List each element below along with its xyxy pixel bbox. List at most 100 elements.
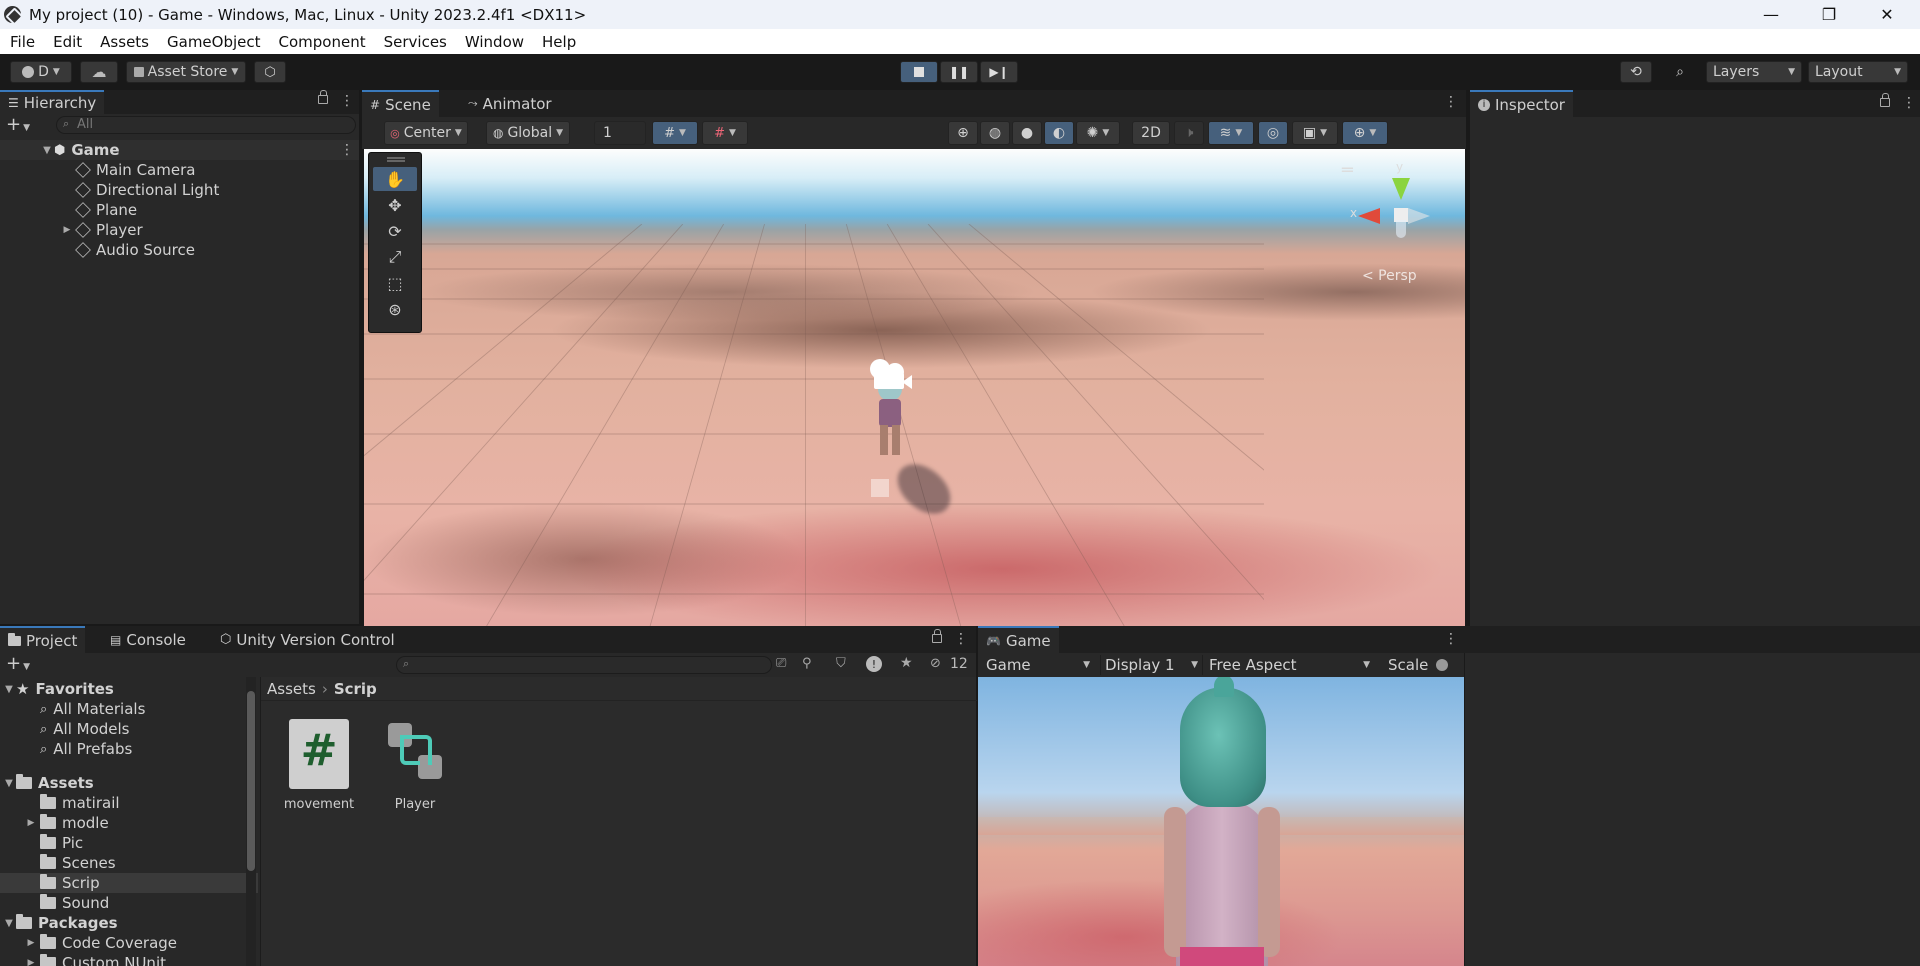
more-options-icon[interactable]: ⋮	[954, 631, 968, 647]
more-options-icon[interactable]: ⋮	[340, 142, 354, 158]
mode-2d-toggle[interactable]: 2D	[1132, 121, 1170, 145]
axis-y-cone[interactable]	[1392, 178, 1410, 200]
drag-handle-icon[interactable]	[387, 157, 405, 159]
orientation-gizmo[interactable]: ═ y x < Persp	[1340, 160, 1450, 284]
expand-arrow-icon[interactable]: ▼	[40, 145, 54, 156]
more-options-icon[interactable]: ⋮	[1444, 631, 1458, 647]
menu-component[interactable]: Component	[270, 33, 375, 51]
restore-button[interactable]: ❐	[1800, 0, 1858, 29]
asset-file[interactable]: Player	[375, 719, 455, 812]
hierarchy-item[interactable]: Main Camera	[0, 160, 359, 180]
effects-dropdown[interactable]: ≋ ▼	[1208, 121, 1254, 145]
game-viewport[interactable]	[978, 677, 1464, 966]
packages-header[interactable]: ▼ Packages	[0, 913, 258, 933]
project-search-input[interactable]: ⌕	[396, 656, 772, 674]
layers-dropdown[interactable]: Layers ▼	[1706, 61, 1802, 83]
favorites-item[interactable]: ⌕ All Materials	[0, 699, 258, 719]
grid-visibility-toggle[interactable]: # ▼	[652, 121, 698, 145]
folder-item[interactable]: ▶ Code Coverage	[0, 933, 258, 953]
search-by-label-icon[interactable]: ⚲	[802, 656, 812, 671]
hierarchy-item[interactable]: Plane	[0, 200, 359, 220]
axis-x-cone[interactable]	[1358, 208, 1380, 224]
snap-increment-toggle[interactable]: # ▼	[702, 121, 748, 145]
camera-settings-dropdown[interactable]: ▣ ▼	[1292, 121, 1338, 145]
scale-tool-button[interactable]: ⤢	[373, 245, 417, 269]
menu-edit[interactable]: Edit	[44, 33, 91, 51]
pivot-center-dropdown[interactable]: ◎ Center ▼	[384, 121, 468, 145]
tab-console[interactable]: ▤ Console	[102, 626, 194, 653]
breadcrumb-scrip[interactable]: Scrip	[334, 680, 377, 698]
scene-visibility-toggle[interactable]: ◎	[1258, 121, 1288, 145]
pause-button[interactable]: ❚❚	[940, 61, 978, 83]
scale-slider[interactable]: Scale	[1384, 655, 1464, 675]
unlit-mode-button[interactable]: ◐	[1044, 121, 1074, 145]
folder-item[interactable]: matirail	[0, 793, 258, 813]
close-button[interactable]: ✕	[1858, 0, 1916, 29]
hierarchy-search-input[interactable]: ⌕ All	[56, 116, 356, 134]
favorite-star-icon[interactable]: ★	[900, 655, 913, 671]
lock-icon[interactable]	[318, 90, 328, 104]
transform-tool-button[interactable]: ⊛	[373, 297, 417, 321]
play-stop-button[interactable]	[900, 61, 938, 83]
hand-tool-button[interactable]: ✋	[373, 167, 417, 191]
gizmos-dropdown[interactable]: ⊕ ▼	[1342, 121, 1388, 145]
favorites-item[interactable]: ⌕ All Models	[0, 719, 258, 739]
rotate-tool-button[interactable]: ⟳	[373, 219, 417, 243]
favorites-item[interactable]: ⌕ All Prefabs	[0, 739, 258, 759]
expand-arrow-icon[interactable]: ▶	[22, 958, 40, 966]
shaded-mode-button[interactable]: ●	[1012, 121, 1042, 145]
debug-draw-dropdown[interactable]: ✺ ▼	[1076, 121, 1120, 145]
undo-history-button[interactable]: ⟲	[1620, 61, 1652, 83]
breadcrumb-assets[interactable]: Assets	[267, 680, 316, 698]
tag-icon[interactable]: ⛉	[836, 656, 846, 671]
tab-animator[interactable]: ⤳ Animator	[460, 90, 560, 117]
lock-icon[interactable]	[932, 629, 942, 643]
hierarchy-item[interactable]: Audio Source	[0, 240, 359, 260]
create-add-button[interactable]: + ▼	[6, 114, 30, 135]
folder-item[interactable]: Sound	[0, 893, 258, 913]
expand-arrow-icon[interactable]: ▶	[22, 818, 40, 828]
asset-store-dropdown[interactable]: Asset Store ▼	[126, 61, 246, 83]
slider-knob-icon[interactable]	[1436, 659, 1449, 671]
scene-viewport[interactable]	[364, 149, 1465, 626]
expand-arrow-icon[interactable]: ▶	[58, 225, 76, 235]
lock-icon[interactable]	[1880, 93, 1890, 107]
camera-gizmo-icon[interactable]	[864, 359, 920, 395]
tab-scene[interactable]: # Scene	[362, 90, 439, 117]
axis-neg-x-cone[interactable]	[1408, 208, 1430, 224]
gizmo-menu-icon[interactable]: ═	[1342, 160, 1353, 181]
aspect-ratio-dropdown[interactable]: Free Aspect ▼	[1202, 655, 1376, 675]
account-dropdown[interactable]: D ▼	[10, 61, 72, 83]
folder-item[interactable]: Pic	[0, 833, 258, 853]
move-tool-button[interactable]: ✥	[373, 193, 417, 217]
cloud-button[interactable]: ☁	[80, 61, 118, 83]
expand-arrow-icon[interactable]: ▼	[2, 778, 16, 789]
projection-persp-label[interactable]: < Persp	[1362, 268, 1442, 284]
folder-item[interactable]: Scenes	[0, 853, 258, 873]
layout-dropdown[interactable]: Layout ▼	[1808, 61, 1908, 83]
warning-filter-icon[interactable]: !	[866, 656, 882, 672]
menu-file[interactable]: File	[1, 33, 44, 51]
tab-game[interactable]: 🎮 Game	[978, 626, 1059, 653]
package-button[interactable]: ⬡	[254, 61, 286, 83]
expand-arrow-icon[interactable]: ▼	[2, 918, 16, 929]
minimize-button[interactable]: —	[1742, 0, 1800, 29]
grid-snap-input[interactable]: 1	[594, 121, 646, 145]
favorites-header[interactable]: ▼ ★ Favorites	[0, 679, 258, 699]
search-button[interactable]: ⌕	[1664, 61, 1696, 83]
folder-item[interactable]: ▶ Custom NUnit	[0, 953, 258, 966]
audio-source-gizmo-icon[interactable]	[871, 479, 889, 497]
audio-toggle[interactable]: 🕨	[1174, 121, 1204, 145]
tab-project[interactable]: Project	[0, 626, 86, 653]
menu-gameobject[interactable]: GameObject	[158, 33, 270, 51]
scrollbar-thumb[interactable]	[247, 691, 255, 871]
more-options-icon[interactable]: ⋮	[340, 93, 354, 109]
display-dropdown[interactable]: Display 1 ▼	[1100, 655, 1202, 675]
hierarchy-item[interactable]: ▶ Player	[0, 220, 359, 240]
more-options-icon[interactable]: ⋮	[1444, 94, 1458, 110]
menu-services[interactable]: Services	[375, 33, 456, 51]
rect-tool-button[interactable]: ⬚	[373, 271, 417, 295]
assets-header[interactable]: ▼ Assets	[0, 773, 258, 793]
shaded-wireframe-mode-button[interactable]: ◍	[980, 121, 1010, 145]
create-add-button[interactable]: + ▼	[6, 653, 30, 674]
